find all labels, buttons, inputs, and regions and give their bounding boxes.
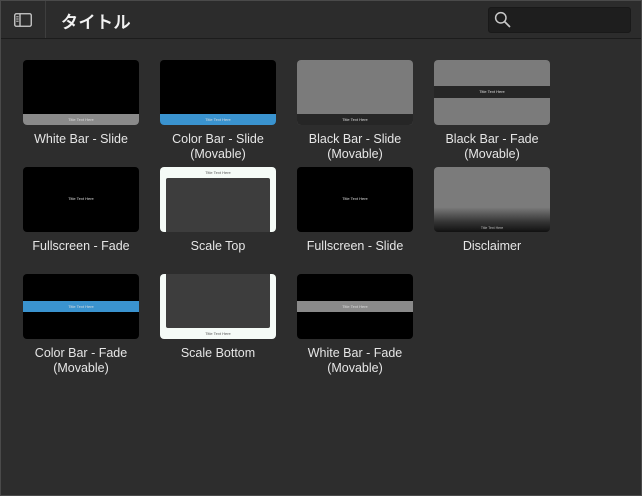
thumbnail-text: Title Text Here [342,196,368,201]
thumbnail-text: Title Text Here [205,331,231,336]
thumbnail: Title Text Here [160,167,276,232]
browser-title: タイトル [61,13,131,32]
tile-label: Black Bar - Fade (Movable) [445,132,539,161]
thumbnail-text: Title Text Here [479,89,505,94]
tile-label: Black Bar - Slide (Movable) [308,132,402,161]
tile-label: Scale Bottom [180,346,256,360]
tile-label: Disclaimer [462,239,522,253]
tile-label: Fullscreen - Slide [306,239,404,253]
title-tile-color-bar-fade[interactable]: Title Text Here Color Bar - Fade (Movabl… [23,274,139,376]
tile-label: White Bar - Slide [34,132,128,146]
title-tile-scale-bottom[interactable]: Title Text Here Scale Bottom [160,274,276,361]
thumbnail-text: Title Text Here [68,117,94,122]
search-icon [494,11,511,28]
tile-label: Scale Top [190,239,246,253]
toolbar: タイトル [1,1,641,39]
search-input[interactable] [515,10,627,30]
thumbnail: Title Text Here [23,274,139,339]
title-tile-scale-top[interactable]: Title Text Here Scale Top [160,167,276,254]
thumbnail: Title Text Here [297,167,413,232]
thumbnail: Title Text Here [434,60,550,125]
title-tile-disclaimer[interactable]: Title Text Here Disclaimer [434,167,550,254]
thumbnail: Title Text Here [160,274,276,339]
thumbnail-text: Title Text Here [342,304,368,309]
thumbnail-text: Title Text Here [68,304,94,309]
thumbnail-text: Title Text Here [480,226,504,230]
tile-label: Color Bar - Fade (Movable) [34,346,128,375]
tile-label: Color Bar - Slide (Movable) [172,132,264,161]
search-field[interactable] [488,7,631,33]
tile-label: White Bar - Fade (Movable) [307,346,403,375]
title-tile-color-bar-slide[interactable]: Title Text Here Color Bar - Slide (Movab… [160,60,276,162]
thumbnail: Title Text Here [297,274,413,339]
thumbnail: Title Text Here [23,167,139,232]
thumbnail: Title Text Here [23,60,139,125]
title-tile-black-bar-slide[interactable]: Title Text Here Black Bar - Slide (Movab… [297,60,413,162]
title-tile-fullscreen-fade[interactable]: Title Text Here Fullscreen - Fade [23,167,139,254]
thumbnail-text: Title Text Here [205,117,231,122]
tile-label: Fullscreen - Fade [32,239,130,253]
thumbnail-text: Title Text Here [342,117,368,122]
thumbnail: Title Text Here [160,60,276,125]
sidebar-toggle-button[interactable] [1,1,46,38]
thumbnail: Title Text Here [297,60,413,125]
thumbnail-text: Title Text Here [68,196,94,201]
title-tile-fullscreen-slide[interactable]: Title Text Here Fullscreen - Slide [297,167,413,254]
title-tile-black-bar-fade[interactable]: Title Text Here Black Bar - Fade (Movabl… [434,60,550,162]
thumbnail-text: Title Text Here [205,170,231,175]
thumbnail: Title Text Here [434,167,550,232]
title-browser-window: タイトル Title Text Here White Bar - Slide T… [0,0,642,496]
title-tile-white-bar-slide[interactable]: Title Text Here White Bar - Slide [23,60,139,147]
sidebar-icon [14,12,32,27]
title-tile-white-bar-fade[interactable]: Title Text Here White Bar - Fade (Movabl… [297,274,413,376]
